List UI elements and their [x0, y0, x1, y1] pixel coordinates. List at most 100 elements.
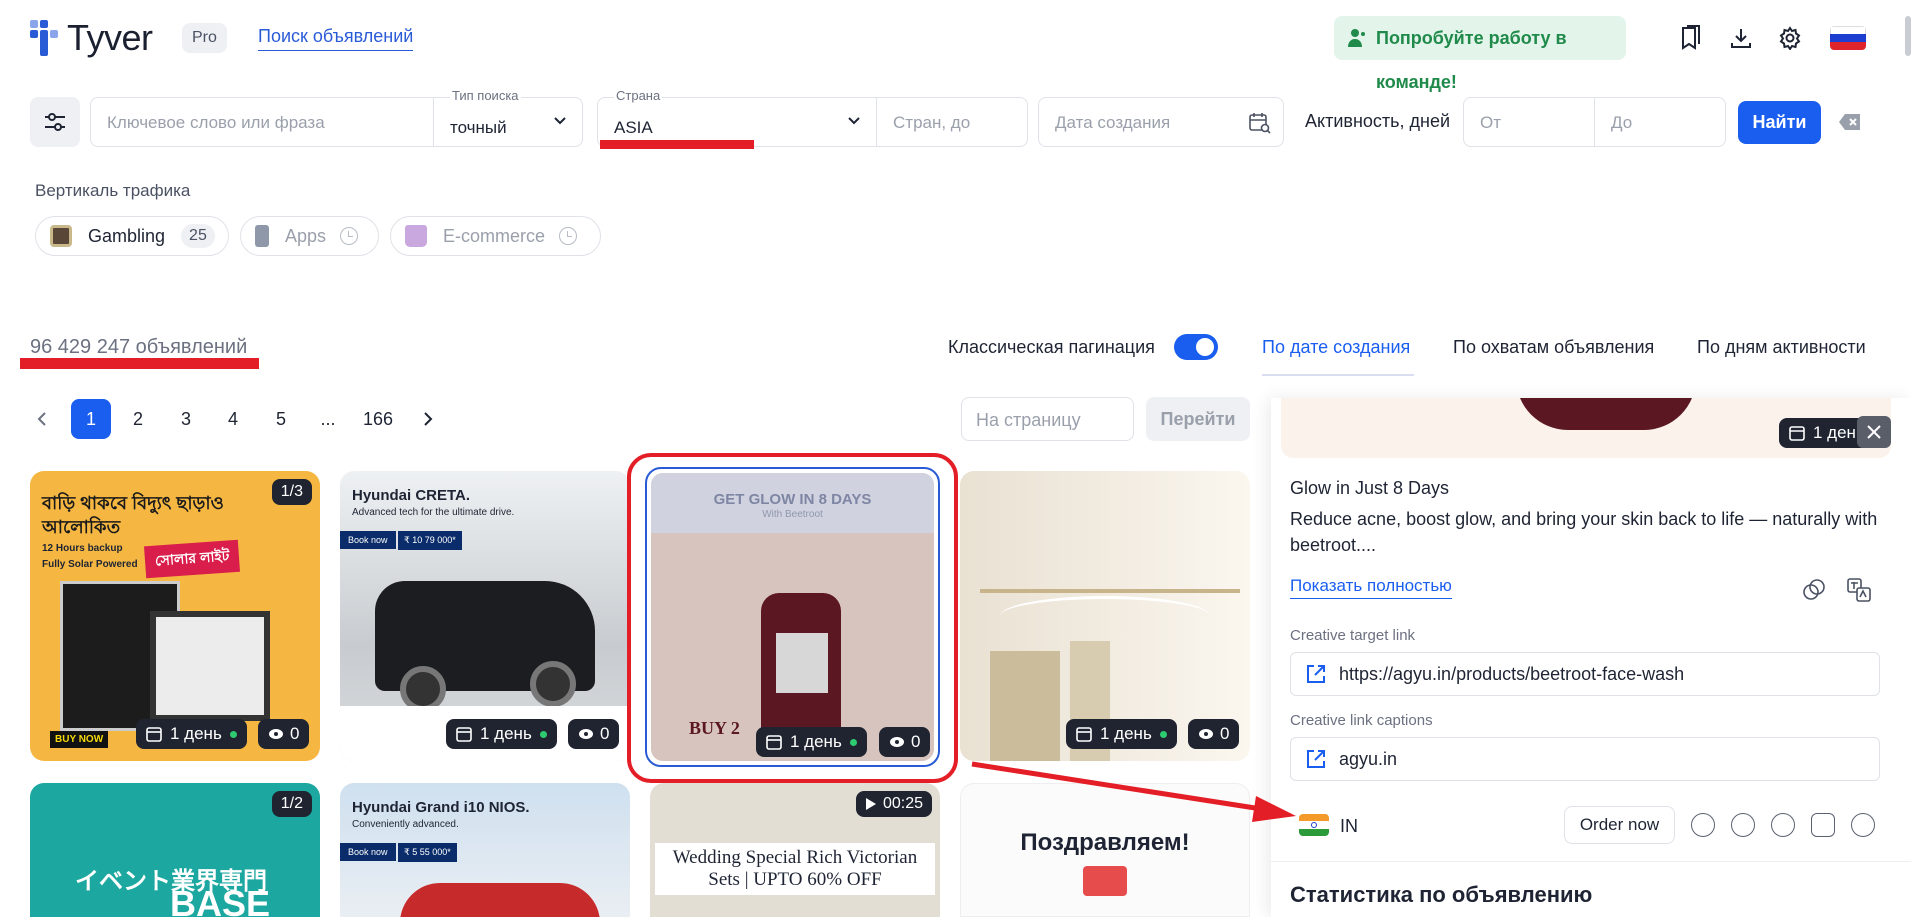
- country-to-input[interactable]: Стран, до: [876, 97, 1028, 147]
- filters-toggle-button[interactable]: [30, 97, 80, 147]
- find-button[interactable]: Найти: [1738, 101, 1821, 144]
- ad-card[interactable]: Hyundai Grand i10 NIOS. Conveniently adv…: [340, 783, 630, 917]
- show-full-link[interactable]: Показать полностью: [1290, 576, 1452, 599]
- phone-icon: [255, 225, 269, 247]
- search-type-select[interactable]: Тип поиска точный: [433, 88, 583, 147]
- car-image: [400, 883, 600, 917]
- ad-cta: Book now: [340, 531, 396, 549]
- logo-icon: [30, 20, 60, 56]
- activity-to-input[interactable]: До: [1594, 97, 1726, 147]
- activity-from-input[interactable]: От: [1463, 97, 1595, 147]
- external-link-icon: [1307, 750, 1325, 768]
- ad-headline: Hyundai Grand i10 NIOS.: [352, 799, 530, 816]
- keyword-placeholder: Ключевое слово или фраза: [107, 113, 325, 132]
- classic-pagination-label: Классическая пагинация: [948, 337, 1155, 357]
- ad-card[interactable]: Hyundai CRETA. Advanced tech for the ult…: [340, 471, 630, 761]
- close-panel-button[interactable]: [1857, 416, 1891, 448]
- views-value: 0: [911, 732, 921, 751]
- sort-by-reach[interactable]: По охватам объявления: [1453, 337, 1654, 358]
- instagram-icon[interactable]: [1811, 813, 1835, 837]
- flag-in-icon: [1299, 814, 1329, 836]
- chevron-down-icon: [848, 117, 860, 125]
- similar-ads-icon[interactable]: [1802, 578, 1826, 602]
- country-to-placeholder: Стран, до: [893, 113, 971, 132]
- captions-value: agyu.in: [1339, 749, 1398, 769]
- divider: [1271, 861, 1911, 862]
- ad-stats-title: Статистика по объявлению: [1290, 882, 1593, 907]
- flag-ru-icon[interactable]: [1830, 26, 1866, 50]
- go-button[interactable]: Перейти: [1146, 397, 1250, 441]
- ad-body: Reduce acne, boost glow, and bring your …: [1290, 509, 1878, 555]
- chip-gambling-count: 25: [181, 224, 215, 248]
- gear-icon[interactable]: [1774, 22, 1806, 54]
- eye-icon: [1199, 729, 1213, 739]
- activity-to-placeholder: До: [1611, 113, 1633, 132]
- page-3[interactable]: 3: [166, 399, 206, 439]
- cta-order-now-button[interactable]: Order now: [1564, 806, 1675, 844]
- created-date-placeholder: Дата создания: [1055, 113, 1171, 132]
- ad-sub: With Beetroot: [762, 509, 823, 520]
- external-link-icon: [1307, 665, 1325, 683]
- clothes-rail-image: [980, 589, 1240, 593]
- sort-by-date[interactable]: По дате создания: [1262, 337, 1410, 358]
- ad-card-selected[interactable]: GET GLOW IN 8 DAYS With Beetroot BUY 2 1…: [645, 467, 940, 767]
- eye-icon: [269, 729, 283, 739]
- calendar-search-icon[interactable]: [1249, 112, 1271, 134]
- keyword-input[interactable]: Ключевое слово или фраза: [90, 97, 434, 147]
- sliders-icon: [45, 113, 65, 131]
- chevron-left-icon[interactable]: [34, 410, 52, 428]
- ad-headline: Поздравляем!: [1020, 829, 1190, 856]
- carousel-count-badge: 1/3: [271, 479, 312, 505]
- ad-headline: বাড়ি থাকবে বিদ্যুৎ ছাড়াও আলোকিত: [42, 493, 224, 537]
- translate-icon[interactable]: [1847, 578, 1871, 602]
- highlight-underline-country: [600, 140, 754, 149]
- ad-card[interactable]: 00:25 Wedding Special Rich Victorian Set…: [650, 783, 940, 917]
- search-type-value: точный: [450, 118, 507, 137]
- days-value: 1 день: [480, 724, 532, 743]
- nav-link-ad-search[interactable]: Поиск объявлений: [258, 25, 414, 51]
- page-last[interactable]: 166: [358, 399, 398, 439]
- active-dot: [539, 730, 547, 738]
- sort-by-active-days[interactable]: По дням активности: [1697, 337, 1866, 358]
- page-1[interactable]: 1: [71, 399, 111, 439]
- bookmarks-icon[interactable]: [1674, 22, 1706, 54]
- search-type-label: Тип поиска: [450, 88, 521, 103]
- country-code: IN: [1340, 816, 1358, 836]
- annotation-arrow: [971, 761, 1296, 822]
- team-trial-button[interactable]: Попробуйте работу в команде!: [1334, 16, 1626, 92]
- page-2[interactable]: 2: [118, 399, 158, 439]
- ad-card[interactable]: 1/2 イベント業界専門 BASE: [30, 783, 320, 917]
- clear-filters-icon[interactable]: [1839, 113, 1861, 131]
- facebook-icon[interactable]: [1731, 813, 1755, 837]
- ad-headline: Hyundai CRETA.: [352, 487, 471, 504]
- chip-ecommerce[interactable]: E-commerce: [390, 216, 601, 256]
- logo-text: Tyver: [67, 17, 153, 58]
- scrollbar[interactable]: [1905, 16, 1911, 56]
- download-icon[interactable]: [1725, 22, 1757, 54]
- target-link-field[interactable]: https://agyu.in/products/beetroot-face-w…: [1290, 652, 1880, 696]
- target-link-value: https://agyu.in/products/beetroot-face-w…: [1339, 664, 1685, 684]
- views-badge: 0: [258, 719, 310, 749]
- views-value: 0: [290, 724, 300, 743]
- page-5[interactable]: 5: [261, 399, 301, 439]
- classic-pagination-toggle[interactable]: [1174, 334, 1218, 360]
- video-duration-badge: 00:25: [855, 791, 932, 817]
- threads-icon[interactable]: [1771, 813, 1795, 837]
- views-badge: 0: [568, 719, 620, 749]
- ad-sub: Fully Solar Powered: [42, 559, 138, 570]
- chip-gambling[interactable]: Gambling 25: [35, 216, 229, 256]
- per-page-input[interactable]: На страницу: [961, 397, 1134, 441]
- flood-light-image: [150, 611, 270, 721]
- views-value: 0: [1220, 724, 1230, 743]
- user-plus-icon: [1348, 29, 1365, 47]
- page-4[interactable]: 4: [213, 399, 253, 439]
- ad-card[interactable]: বাড়ি থাকবে বিদ্যুৎ ছাড়াও আলোকিত 12 Hou…: [30, 471, 320, 761]
- ad-card[interactable]: 1 день 0: [960, 471, 1250, 761]
- chevron-right-icon[interactable]: [418, 410, 436, 428]
- audience-network-icon[interactable]: [1851, 813, 1875, 837]
- captions-field[interactable]: agyu.in: [1290, 737, 1880, 781]
- chip-apps[interactable]: Apps: [240, 216, 379, 256]
- messenger-icon[interactable]: [1691, 813, 1715, 837]
- bottle-image: [1516, 398, 1696, 430]
- created-date-input[interactable]: Дата создания: [1038, 97, 1284, 147]
